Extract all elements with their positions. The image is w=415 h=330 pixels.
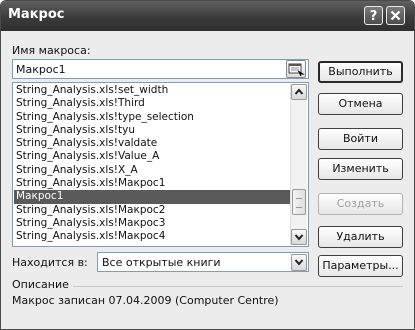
options-button[interactable]: Параметры... <box>318 255 403 277</box>
macro-list-item[interactable]: String_Analysis.xls!type_selection <box>14 111 290 124</box>
delete-button[interactable]: Удалить <box>318 226 403 248</box>
cancel-button[interactable]: Отмена <box>318 93 403 115</box>
scroll-down-arrow-icon <box>294 234 304 241</box>
macro-list-item[interactable]: String_Analysis.xls!tyu <box>14 124 290 137</box>
description-label: Описание <box>12 278 73 291</box>
chevron-down-icon <box>294 259 304 266</box>
collapse-dialog-button[interactable] <box>286 60 306 78</box>
macro-list-item[interactable]: String_Analysis.xls!Макрос2 <box>14 204 290 217</box>
title-bar[interactable]: Макрос ? <box>1 1 414 31</box>
macro-list-item[interactable]: String_Analysis.xls!X_A <box>14 164 290 177</box>
location-value: Все открытые книги <box>102 256 221 269</box>
macro-list-item[interactable]: String_Analysis.xls!Макрос1 <box>14 177 290 190</box>
macro-list-item[interactable]: Макрос1 <box>14 190 290 204</box>
scroll-up-button[interactable] <box>291 84 307 100</box>
location-dropdown-button[interactable] <box>291 254 307 271</box>
window-title: Макрос <box>8 7 65 22</box>
macro-name-value: Макрос1 <box>16 63 66 76</box>
macro-list-item[interactable]: String_Analysis.xls!Макрос4 <box>14 230 290 243</box>
macro-dialog: Макрос ? Имя макроса: Макрос1 String_Ana… <box>0 0 415 330</box>
scroll-up-arrow-icon <box>294 88 304 95</box>
close-icon <box>390 10 401 21</box>
scroll-thumb[interactable] <box>292 189 306 215</box>
macro-list-rows: String_Analysis.xls!set_width String_Anal… <box>14 84 290 244</box>
macro-list[interactable]: String_Analysis.xls!set_width String_Anal… <box>12 82 309 247</box>
location-label: Находится в: <box>12 256 88 269</box>
macro-list-item[interactable]: String_Analysis.xls!Third <box>14 97 290 110</box>
macro-list-item[interactable]: String_Analysis.xls!valdate <box>14 137 290 150</box>
macro-name-input[interactable]: Макрос1 <box>12 59 309 79</box>
edit-button[interactable]: Изменить <box>318 158 403 180</box>
macro-list-scrollbar[interactable] <box>290 84 307 245</box>
collapse-dialog-icon <box>288 63 305 77</box>
close-button[interactable] <box>386 6 405 25</box>
macro-list-item[interactable]: String_Analysis.xls!Макрос3 <box>14 217 290 230</box>
description-text: Макрос записан 07.04.2009 (Computer Cent… <box>12 294 279 307</box>
location-select[interactable]: Все открытые книги <box>97 252 309 272</box>
scroll-down-button[interactable] <box>291 229 307 245</box>
macro-name-label: Имя макроса: <box>12 44 91 57</box>
step-into-button[interactable]: Войти <box>318 128 403 150</box>
create-button[interactable]: Создать <box>318 193 403 215</box>
help-button[interactable]: ? <box>364 6 383 25</box>
macro-list-item[interactable]: String_Analysis.xls!Value_A <box>14 150 290 163</box>
run-button[interactable]: Выполнить <box>318 61 403 83</box>
macro-list-item[interactable]: String_Analysis.xls!set_width <box>14 84 290 97</box>
